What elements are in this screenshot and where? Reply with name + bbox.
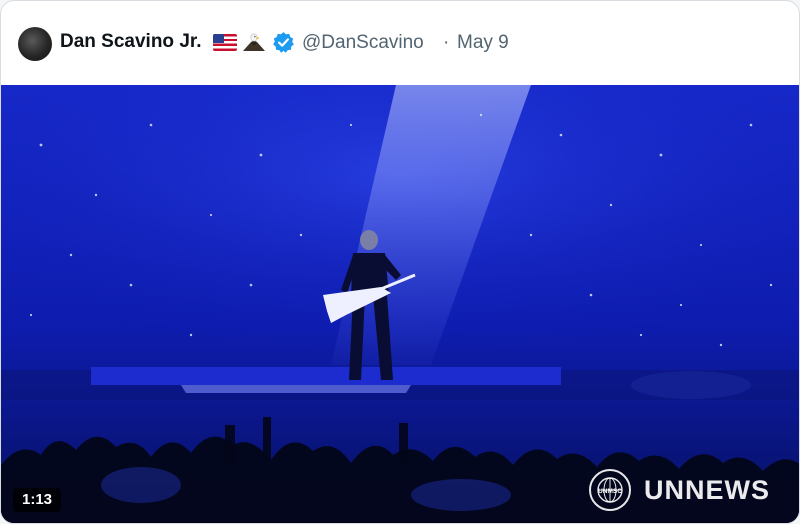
verified-badge-icon [273,32,294,53]
author-handle[interactable]: @DanScavino [302,32,424,54]
post-date[interactable]: May 9 [457,32,509,54]
watermark-text: UNNEWS [644,475,770,505]
video-player[interactable]: 1:13 UNMSC UNNEWS [1,85,799,523]
author-avatar[interactable] [18,27,52,61]
video-duration-badge: 1:13 [13,488,62,512]
tweet-card: Dan Scavino Jr. @DanScavino · May 9 1:13… [0,0,800,524]
tweet-header: Dan Scavino Jr. @DanScavino · May 9 [1,1,799,85]
separator-dot: · [443,32,450,53]
un-emblem-text: UNMSC [598,488,622,495]
us-flag-icon [213,34,237,51]
unnews-watermark: UNMSC UNNEWS [588,468,788,514]
author-name[interactable]: Dan Scavino Jr. [60,31,202,53]
un-emblem-icon: UNMSC [589,469,631,511]
eagle-icon [243,33,265,51]
concert-video-frame [1,85,799,523]
